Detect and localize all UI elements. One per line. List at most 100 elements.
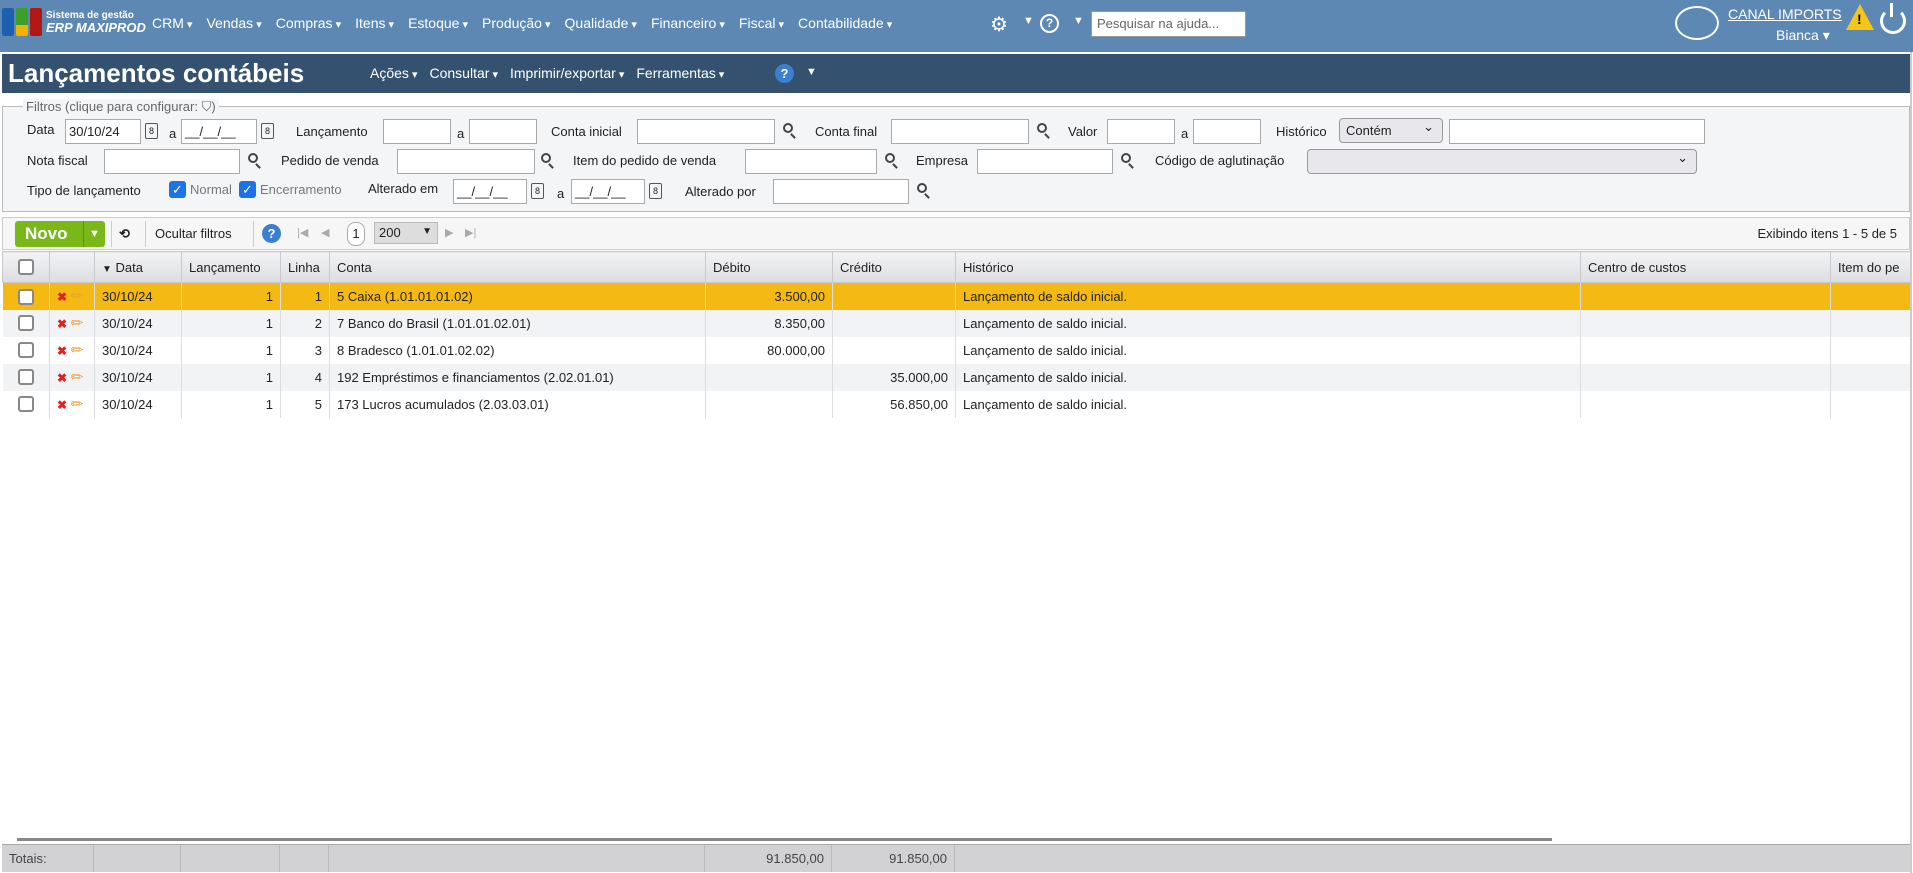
- data-to-input[interactable]: __/__/__: [181, 119, 257, 144]
- menu-itens[interactable]: Itens: [355, 15, 394, 31]
- delete-icon[interactable]: ✖: [57, 344, 67, 358]
- row-checkbox[interactable]: [17, 315, 34, 332]
- refresh-icon[interactable]: ⟲: [119, 226, 130, 242]
- calendar-icon[interactable]: 8: [649, 183, 662, 199]
- search-icon[interactable]: [1121, 153, 1131, 163]
- edit-pencil-icon[interactable]: ✏: [71, 396, 84, 413]
- page-menu-item[interactable]: Ações: [370, 65, 418, 81]
- table-row[interactable]: ✖ ✏ 30/10/24 1 5 173 Lucros acumulados (…: [2, 390, 1911, 418]
- row-checkbox-cell[interactable]: [2, 336, 50, 364]
- alterado-em-to-input[interactable]: __/__/__: [571, 179, 645, 204]
- row-checkbox[interactable]: [17, 288, 34, 305]
- valor-to-input[interactable]: [1193, 119, 1261, 144]
- pedido-input[interactable]: [397, 149, 535, 174]
- power-icon[interactable]: [1880, 3, 1906, 34]
- conta-final-input[interactable]: [891, 119, 1029, 144]
- col-debito[interactable]: Débito: [705, 251, 833, 283]
- prev-page-icon[interactable]: ◀: [321, 226, 329, 239]
- historico-operator-select[interactable]: Contém: [1339, 118, 1443, 143]
- menu-fiscal[interactable]: Fiscal: [739, 15, 784, 31]
- col-data[interactable]: ▼ Data: [94, 251, 182, 283]
- help-icon[interactable]: ?: [775, 64, 794, 83]
- edit-pencil-icon[interactable]: ✏: [71, 369, 84, 386]
- page-menu-item[interactable]: Ferramentas: [636, 65, 724, 81]
- data-from-input[interactable]: 30/10/24: [65, 119, 141, 144]
- normal-checkbox[interactable]: ✓: [169, 181, 186, 198]
- table-row[interactable]: ✖ ✏ 30/10/24 1 4 192 Empréstimos e finan…: [2, 363, 1911, 391]
- help-icon[interactable]: ?: [1040, 14, 1059, 33]
- row-checkbox-cell[interactable]: [2, 309, 50, 337]
- valor-from-input[interactable]: [1107, 119, 1175, 144]
- col-conta[interactable]: Conta: [329, 251, 706, 283]
- alterado-por-input[interactable]: [773, 179, 909, 204]
- delete-icon[interactable]: ✖: [57, 317, 67, 331]
- edit-pencil-icon[interactable]: ✏: [71, 288, 84, 305]
- page-size-select[interactable]: 200: [374, 222, 438, 244]
- empresa-input[interactable]: [977, 149, 1113, 174]
- menu-financeiro[interactable]: Financeiro: [651, 15, 725, 31]
- col-credito[interactable]: Crédito: [832, 251, 956, 283]
- table-row[interactable]: ✖ ✏ 30/10/24 1 1 5 Caixa (1.01.01.01.02)…: [2, 282, 1911, 310]
- row-checkbox[interactable]: [17, 342, 34, 359]
- menu-crm[interactable]: CRM: [152, 15, 192, 31]
- row-checkbox[interactable]: [17, 369, 34, 386]
- hide-filters-button[interactable]: Ocultar filtros: [155, 226, 232, 241]
- next-page-icon[interactable]: ▶: [445, 226, 453, 239]
- search-icon[interactable]: [541, 153, 551, 163]
- col-item-pedido[interactable]: Item do pe: [1830, 251, 1911, 283]
- menu-vendas[interactable]: Vendas: [206, 15, 261, 31]
- delete-icon[interactable]: ✖: [57, 290, 67, 304]
- row-checkbox-cell[interactable]: [2, 282, 50, 310]
- delete-icon[interactable]: ✖: [57, 371, 67, 385]
- table-row[interactable]: ✖ ✏ 30/10/24 1 2 7 Banco do Brasil (1.01…: [2, 309, 1911, 337]
- search-icon[interactable]: [783, 123, 793, 133]
- col-linha[interactable]: Linha: [280, 251, 330, 283]
- first-page-icon[interactable]: |◀: [297, 226, 308, 239]
- chat-icon[interactable]: [1675, 6, 1719, 40]
- novo-button[interactable]: Novo ▼: [15, 221, 105, 247]
- menu-contabilidade[interactable]: Contabilidade: [798, 15, 892, 31]
- edit-pencil-icon[interactable]: ✏: [71, 342, 84, 359]
- gear-dropdown-icon[interactable]: ▼: [1023, 15, 1034, 27]
- search-icon[interactable]: [1037, 123, 1047, 133]
- historico-input[interactable]: [1449, 119, 1705, 144]
- delete-icon[interactable]: ✖: [57, 398, 67, 412]
- help-dropdown-icon[interactable]: ▼: [1073, 15, 1084, 27]
- help-search-input[interactable]: Pesquisar na ajuda...: [1091, 11, 1246, 37]
- calendar-icon[interactable]: 8: [531, 183, 544, 199]
- menu-compras[interactable]: Compras: [276, 15, 341, 31]
- lancamento-from-input[interactable]: [383, 119, 451, 144]
- alterado-em-from-input[interactable]: __/__/__: [453, 179, 527, 204]
- menu-produção[interactable]: Produção: [482, 15, 551, 31]
- row-checkbox[interactable]: [17, 396, 34, 413]
- table-row[interactable]: ✖ ✏ 30/10/24 1 3 8 Bradesco (1.01.01.02.…: [2, 336, 1911, 364]
- item-pedido-input[interactable]: [745, 149, 877, 174]
- user-menu[interactable]: Bianca ▾: [1776, 27, 1830, 44]
- help-icon[interactable]: ?: [262, 224, 281, 243]
- page-menu-item[interactable]: Consultar: [430, 65, 499, 81]
- encerramento-checkbox[interactable]: ✓: [239, 181, 256, 198]
- help-dropdown-icon[interactable]: ▼: [806, 66, 817, 78]
- horizontal-scrollbar[interactable]: [17, 838, 1552, 841]
- last-page-icon[interactable]: ▶|: [465, 226, 476, 239]
- select-all-checkbox[interactable]: [18, 259, 34, 276]
- row-checkbox-cell[interactable]: [2, 390, 50, 418]
- codigo-aglutinacao-select[interactable]: [1307, 149, 1697, 174]
- filters-legend[interactable]: Filtros (clique para configurar: ⛉): [23, 99, 219, 115]
- search-icon[interactable]: [248, 153, 258, 163]
- novo-dropdown-icon[interactable]: ▼: [83, 221, 105, 247]
- gear-icon[interactable]: ⚙: [990, 12, 1008, 37]
- warning-icon[interactable]: !: [1846, 4, 1874, 30]
- col-historico[interactable]: Histórico: [955, 251, 1581, 283]
- col-lancamento[interactable]: Lançamento: [181, 251, 281, 283]
- menu-estoque[interactable]: Estoque: [408, 15, 468, 31]
- select-all-header[interactable]: [2, 251, 50, 283]
- filter-icon[interactable]: ⛉: [202, 99, 212, 114]
- col-centro-custos[interactable]: Centro de custos: [1580, 251, 1831, 283]
- calendar-icon[interactable]: 8: [261, 123, 274, 139]
- row-checkbox-cell[interactable]: [2, 363, 50, 391]
- page-menu-item[interactable]: Imprimir/exportar: [510, 65, 624, 81]
- edit-pencil-icon[interactable]: ✏: [71, 315, 84, 332]
- search-icon[interactable]: [917, 183, 927, 193]
- page-input[interactable]: 1: [347, 222, 365, 246]
